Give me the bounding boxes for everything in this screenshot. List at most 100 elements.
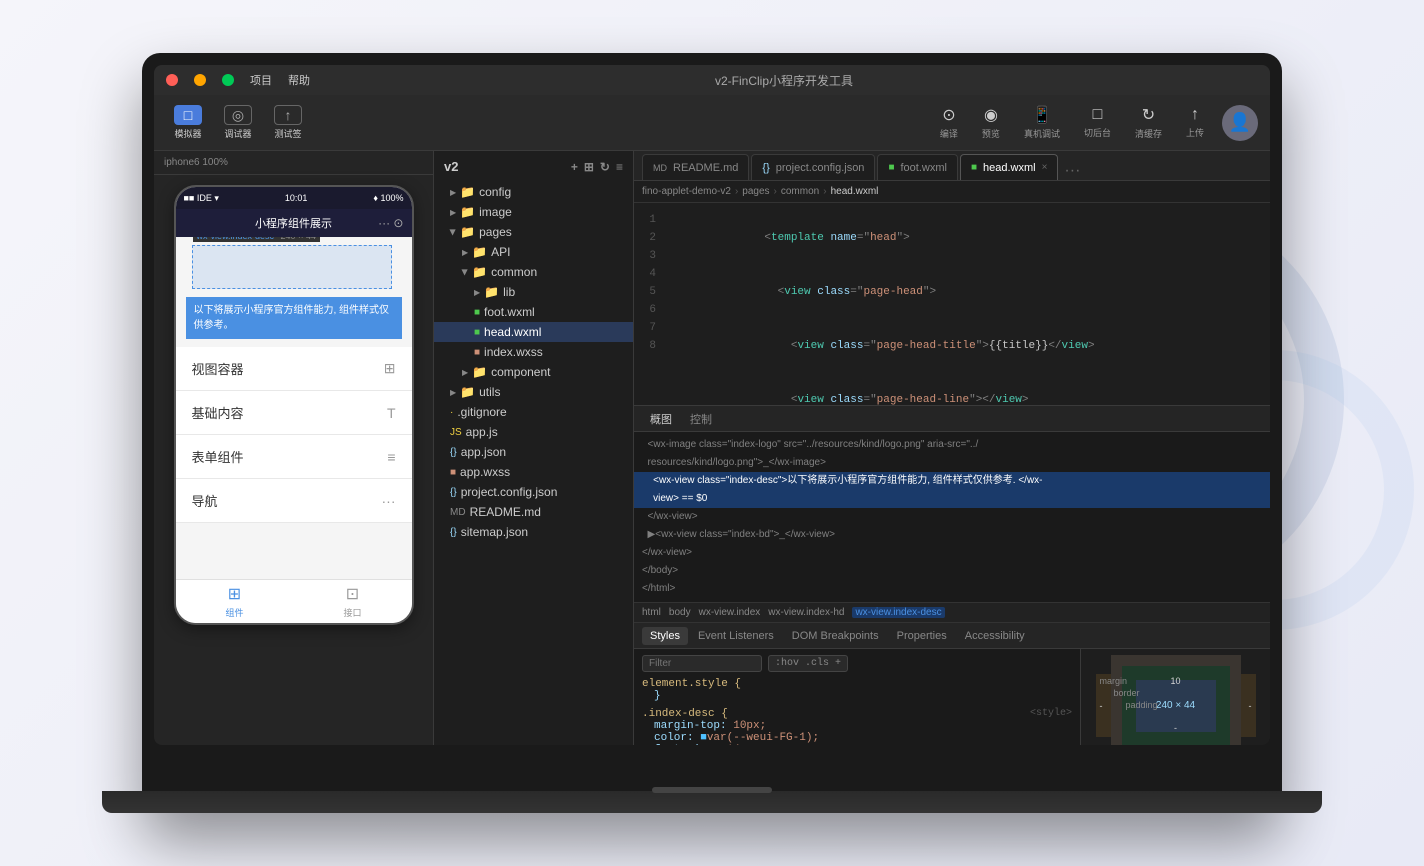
tree-item-pages[interactable]: ▶ 📁 pages bbox=[434, 222, 633, 242]
line-numbers: 1 2 3 4 5 6 7 8 bbox=[634, 203, 664, 405]
folder-icon: 📁 bbox=[484, 285, 499, 299]
tab-foot-wxml[interactable]: ■ foot.wxml bbox=[877, 154, 958, 180]
path-item-index[interactable]: wx-view.index bbox=[699, 607, 761, 618]
clear-cache-icon: ↻ bbox=[1142, 105, 1155, 125]
tree-item-image[interactable]: ▶ 📁 image bbox=[434, 202, 633, 222]
path-item-html[interactable]: html bbox=[642, 607, 661, 618]
tree-item-foot-wxml[interactable]: ■ foot.wxml bbox=[434, 302, 633, 322]
code-content[interactable]: <template name="head"> <view class="page… bbox=[664, 203, 1270, 405]
tree-item-app-json[interactable]: {} app.json bbox=[434, 442, 633, 462]
bm-margin-left-value: - bbox=[1100, 701, 1103, 711]
clear-cache-label: 清缓存 bbox=[1135, 127, 1162, 140]
tab-head-wxml[interactable]: ■ head.wxml × bbox=[960, 154, 1058, 180]
tab-more-btn[interactable]: ··· bbox=[1064, 162, 1080, 180]
html-line-9: </html> bbox=[634, 580, 1270, 598]
filter-pseudo-btn[interactable]: :hov .cls + bbox=[768, 655, 848, 672]
device-debug-btn[interactable]: 📱 真机调试 bbox=[1014, 101, 1070, 144]
chevron-icon: ▶ bbox=[462, 368, 468, 377]
phone-more-btn[interactable]: ··· ⊙ bbox=[378, 216, 403, 230]
tab-project-config[interactable]: {} project.config.json bbox=[751, 154, 875, 180]
phone-nav-list: 视图容器 ⊞ 基础内容 T 表单组件 ≡ bbox=[176, 347, 412, 579]
json-file-icon: {} bbox=[450, 527, 457, 538]
path-item-index-desc[interactable]: wx-view.index-desc bbox=[852, 607, 944, 618]
nav-item-nav[interactable]: 导航 ··· bbox=[176, 479, 412, 523]
tree-item-common[interactable]: ▶ 📁 common bbox=[434, 262, 633, 282]
background-btn[interactable]: □ 切后台 bbox=[1074, 102, 1121, 143]
code-editor[interactable]: 1 2 3 4 5 6 7 8 <template name="head"> bbox=[634, 203, 1270, 405]
html-line-4[interactable]: view> == $0 bbox=[634, 490, 1270, 508]
tree-root-label: v2 bbox=[444, 159, 458, 174]
tree-item-app-js[interactable]: JS app.js bbox=[434, 422, 633, 442]
device-info: iphone6 100% bbox=[154, 151, 433, 175]
devtools-tab-console[interactable]: 控制 bbox=[682, 408, 720, 430]
preview-btn[interactable]: ◉ 预览 bbox=[972, 101, 1010, 144]
tab-foot-wxml-label: foot.wxml bbox=[900, 162, 946, 174]
nav-item-basic-icon: T bbox=[387, 405, 396, 421]
window-maximize-btn[interactable] bbox=[222, 74, 234, 86]
tree-new-folder-icon[interactable]: ⊞ bbox=[584, 160, 594, 174]
tree-item-sitemap[interactable]: {} sitemap.json bbox=[434, 522, 633, 542]
tab-head-wxml-close[interactable]: × bbox=[1042, 162, 1048, 173]
clear-cache-btn[interactable]: ↻ 清缓存 bbox=[1125, 101, 1172, 144]
tree-collapse-icon[interactable]: ≡ bbox=[616, 160, 623, 174]
tree-item-api[interactable]: ▶ 📁 API bbox=[434, 242, 633, 262]
phone-mockup: ■■ IDE ▾ 10:01 ♦ 100% 小程序组件展示 ··· ⊙ wx-v… bbox=[174, 185, 414, 625]
html-line-3[interactable]: <wx-view class="index-desc">以下将展示小程序官方组件… bbox=[634, 472, 1270, 490]
html-line-2: resources/kind/logo.png">_</wx-image> bbox=[634, 454, 1270, 472]
styles-tab[interactable]: Styles bbox=[642, 627, 688, 645]
tree-header: v2 + ⊞ ↻ ≡ bbox=[434, 151, 633, 182]
tab-readme[interactable]: MD README.md bbox=[642, 154, 749, 180]
breadcrumb: fino-applet-demo-v2 › pages › common › h… bbox=[634, 181, 1270, 203]
window-minimize-btn[interactable] bbox=[194, 74, 206, 86]
tree-item-app-wxss[interactable]: ■ app.wxss bbox=[434, 462, 633, 482]
styles-rule-element: element.style { } bbox=[642, 678, 1072, 702]
tree-item-index-wxss[interactable]: ■ index.wxss bbox=[434, 342, 633, 362]
bottom-nav-interface[interactable]: ⊡ 接口 bbox=[343, 584, 361, 619]
app-title: v2-FinClip小程序开发工具 bbox=[715, 72, 853, 89]
phone-status-time: 10:01 bbox=[285, 193, 308, 203]
tree-item-head-wxml[interactable]: ■ head.wxml bbox=[434, 322, 633, 342]
toolbar-mode-buttons: □ 模拟器 ◎ 调试器 ↑ 测试签 bbox=[166, 101, 310, 144]
tree-item-config[interactable]: ▶ 📁 config bbox=[434, 182, 633, 202]
compile-btn[interactable]: ⊙ 编译 bbox=[930, 101, 968, 144]
menu-item-project[interactable]: 项目 bbox=[250, 72, 272, 88]
tab-readme-icon: MD bbox=[653, 163, 667, 173]
tree-item-lib[interactable]: ▶ 📁 lib bbox=[434, 282, 633, 302]
properties-tab[interactable]: Properties bbox=[889, 627, 955, 645]
tree-item-utils[interactable]: ▶ 📁 utils bbox=[434, 382, 633, 402]
styles-filter-input[interactable] bbox=[642, 655, 762, 672]
tree-refresh-icon[interactable]: ↻ bbox=[600, 160, 610, 174]
simulator-btn[interactable]: □ 模拟器 bbox=[166, 101, 210, 144]
chevron-icon: ▶ bbox=[450, 188, 456, 197]
dom-breakpoints-tab[interactable]: DOM Breakpoints bbox=[784, 627, 887, 645]
html-line-7: </wx-view> bbox=[634, 544, 1270, 562]
tree-item-component[interactable]: ▶ 📁 component bbox=[434, 362, 633, 382]
tree-item-gitignore[interactable]: · .gitignore bbox=[434, 402, 633, 422]
debugger-btn[interactable]: ◎ 调试器 bbox=[216, 101, 260, 144]
tree-item-project-config[interactable]: {} project.config.json bbox=[434, 482, 633, 502]
test-btn[interactable]: ↑ 测试签 bbox=[266, 101, 310, 144]
nav-item-basic[interactable]: 基础内容 T bbox=[176, 391, 412, 435]
path-item-index-hd[interactable]: wx-view.index-hd bbox=[768, 607, 844, 618]
rule-body-index-desc: margin-top: 10px; color: ■var(--weui-FG-… bbox=[642, 720, 1072, 745]
nav-item-view[interactable]: 视图容器 ⊞ bbox=[176, 347, 412, 391]
tab-project-config-icon: {} bbox=[762, 162, 769, 174]
path-item-body[interactable]: body bbox=[669, 607, 691, 618]
accessibility-tab[interactable]: Accessibility bbox=[957, 627, 1033, 645]
tree-item-readme[interactable]: MD README.md bbox=[434, 502, 633, 522]
tree-label-app-wxss: app.wxss bbox=[460, 465, 510, 479]
user-avatar[interactable]: 👤 bbox=[1222, 105, 1258, 141]
menu-item-help[interactable]: 帮助 bbox=[288, 72, 310, 88]
tree-label-utils: utils bbox=[479, 385, 500, 399]
tree-new-file-icon[interactable]: + bbox=[571, 160, 578, 174]
nav-item-form[interactable]: 表单组件 ≡ bbox=[176, 435, 412, 479]
devtools-tab-elements[interactable]: 概图 bbox=[642, 408, 680, 430]
html-line-1: <wx-image class="index-logo" src="../res… bbox=[634, 436, 1270, 454]
element-highlight: wx-view.index-desc 240 × 44 bbox=[192, 245, 392, 289]
bottom-nav-component[interactable]: ⊞ 组件 bbox=[225, 584, 243, 619]
phone-bottom-nav: ⊞ 组件 ⊡ 接口 bbox=[176, 579, 412, 623]
upload-btn[interactable]: ↑ 上传 bbox=[1176, 102, 1214, 143]
styles-rule-index-desc: .index-desc { <style> margin-top: 10px; … bbox=[642, 708, 1072, 745]
event-listeners-tab[interactable]: Event Listeners bbox=[690, 627, 782, 645]
window-close-btn[interactable] bbox=[166, 74, 178, 86]
